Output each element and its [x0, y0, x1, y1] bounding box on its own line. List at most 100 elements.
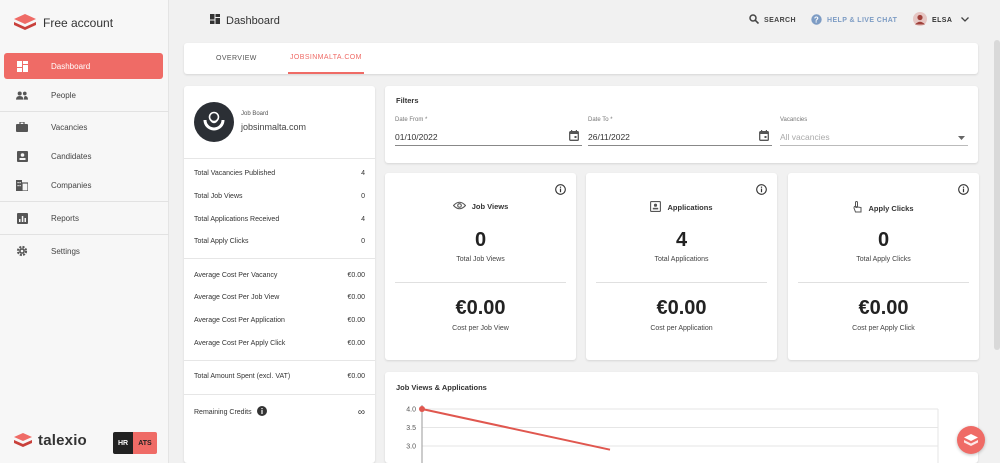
line-chart: 4.0 3.5 3.0: [406, 405, 939, 463]
info-icon[interactable]: [256, 406, 267, 418]
date-from-field[interactable]: Date From * 01/10/2022: [395, 117, 582, 146]
row-value: €0.00: [347, 294, 365, 301]
total-apply-clicks-label: Total Apply Clicks: [856, 256, 911, 263]
row-label: Total Apply Clicks: [194, 238, 249, 245]
series-line: [421, 408, 611, 451]
applications-card: Applications 4 Total Applications €0.00 …: [586, 173, 777, 360]
ats-badge[interactable]: ATS: [133, 432, 157, 454]
talexio-wordmark: talexio: [38, 432, 87, 449]
application-form-icon: [650, 201, 662, 214]
floating-help-button[interactable]: [957, 426, 985, 454]
date-from-value: 01/10/2022: [395, 132, 438, 142]
row-label: Average Cost Per Job View: [194, 294, 280, 301]
sidebar-item-companies[interactable]: Companies: [4, 172, 163, 198]
briefcase-icon: [16, 121, 28, 133]
job-board-name: jobsinmalta.com: [241, 122, 307, 132]
info-icon[interactable]: [555, 184, 566, 197]
pointer-hand-icon: [853, 201, 862, 215]
sidebar-item-candidates[interactable]: Candidates: [4, 143, 163, 169]
search-button[interactable]: SEARCH: [749, 14, 796, 26]
summary-row: Average Cost Per Apply Click €0.00: [194, 340, 365, 347]
card-title: Job Views: [471, 202, 509, 211]
sidebar-item-label: Settings: [51, 246, 80, 256]
cost-per-apply-click-value: €0.00: [858, 297, 909, 319]
job-board-summary-card: Job Board jobsinmalta.com Total Vacancie…: [184, 86, 375, 463]
y-tick-label: 4.0: [406, 407, 416, 414]
calendar-icon[interactable]: [569, 130, 579, 143]
divider: [184, 258, 375, 259]
total-applications-label: Total Applications: [654, 256, 709, 263]
sidebar-item-reports[interactable]: Reports: [4, 205, 163, 231]
user-menu[interactable]: ELSA: [913, 12, 970, 28]
info-icon[interactable]: [958, 184, 969, 197]
tab-jobsinmalta[interactable]: JOBSINMALTA.COM: [288, 43, 364, 74]
date-to-field[interactable]: Date To * 26/11/2022: [588, 117, 772, 146]
sidebar-item-settings[interactable]: Settings: [4, 238, 163, 264]
row-value: €0.00: [347, 373, 365, 380]
avatar: [913, 12, 927, 28]
field-label: Date From *: [395, 117, 428, 123]
talexio-logo: talexio: [14, 432, 87, 449]
tab-bar: OVERVIEW JOBSINMALTA.COM: [184, 43, 978, 74]
divider: [596, 282, 767, 283]
svg-text:?: ?: [814, 15, 819, 24]
vacancies-select[interactable]: Vacancies All vacancies: [780, 117, 968, 146]
summary-row: Remaining Credits ∞: [194, 406, 365, 418]
hr-badge[interactable]: HR: [113, 432, 133, 454]
brand-logo-icon: [14, 14, 36, 32]
page-title-text: Dashboard: [226, 14, 280, 27]
help-live-chat-button[interactable]: ? HELP & LIVE CHAT: [811, 14, 897, 27]
y-tick-label: 3.5: [406, 425, 416, 432]
dashboard-icon: [210, 14, 220, 27]
data-point[interactable]: [419, 406, 425, 412]
row-value: 0: [361, 193, 365, 200]
date-to-value: 26/11/2022: [588, 132, 630, 142]
summary-row: Average Cost Per Application €0.00: [194, 317, 365, 324]
summary-row: Average Cost Per Vacancy €0.00: [194, 272, 365, 279]
row-label: Average Cost Per Apply Click: [194, 340, 286, 347]
summary-row: Average Cost Per Job View €0.00: [194, 294, 365, 301]
info-icon[interactable]: [756, 184, 767, 197]
field-label: Vacancies: [780, 117, 808, 123]
row-label: Total Amount Spent (excl. VAT): [194, 373, 291, 380]
brand[interactable]: Free account: [14, 14, 113, 32]
dropdown-arrow-icon: [958, 133, 965, 142]
product-switch-badge[interactable]: HR ATS: [113, 432, 157, 454]
search-label: SEARCH: [764, 16, 796, 24]
sidebar-item-label: Candidates: [51, 151, 92, 161]
tab-overview[interactable]: OVERVIEW: [216, 43, 257, 74]
job-views-applications-chart-card: Job Views & Applications 4.0 3.5 3.0: [385, 372, 978, 463]
top-bar: Dashboard SEARCH ? HELP & LIVE CHAT ELSA: [170, 0, 1000, 40]
card-header: Job Views: [385, 201, 576, 212]
calendar-icon[interactable]: [759, 130, 769, 143]
divider: [184, 158, 375, 159]
row-value: 4: [361, 170, 365, 177]
total-applications-value: 4: [675, 229, 688, 251]
sidebar-item-vacancies[interactable]: Vacancies: [4, 114, 163, 140]
sidebar-item-people[interactable]: People: [4, 82, 163, 108]
card-header: Applications: [586, 201, 777, 214]
sidebar-item-label: Vacancies: [51, 122, 88, 132]
cost-per-application-value: €0.00: [656, 297, 707, 319]
divider: [798, 282, 969, 283]
row-value: ∞: [357, 406, 365, 418]
account-type: Free account: [43, 16, 114, 30]
cost-per-application-label: Cost per Application: [650, 325, 713, 332]
y-tick-label: 3.0: [406, 444, 416, 451]
job-board-caption: Job Board: [241, 111, 269, 117]
row-label: Average Cost Per Vacancy: [194, 272, 278, 279]
row-value: 0: [361, 238, 365, 245]
card-header: Apply Clicks: [788, 201, 979, 215]
sidebar-item-dashboard[interactable]: Dashboard: [4, 53, 163, 79]
summary-row: Total Amount Spent (excl. VAT) €0.00: [194, 373, 365, 380]
help-icon: ?: [811, 14, 822, 27]
total-apply-clicks-value: 0: [877, 229, 890, 251]
apply-clicks-card: Apply Clicks 0 Total Apply Clicks €0.00 …: [788, 173, 979, 360]
cost-per-apply-click-label: Cost per Apply Click: [852, 325, 915, 332]
sidebar-item-label: People: [51, 90, 76, 100]
sidebar-item-label: Companies: [51, 180, 92, 190]
summary-row: Total Apply Clicks 0: [194, 238, 365, 245]
vacancies-placeholder: All vacancies: [780, 132, 830, 142]
row-label: Remaining Credits: [194, 408, 252, 416]
page-scrollbar[interactable]: [994, 40, 1000, 350]
